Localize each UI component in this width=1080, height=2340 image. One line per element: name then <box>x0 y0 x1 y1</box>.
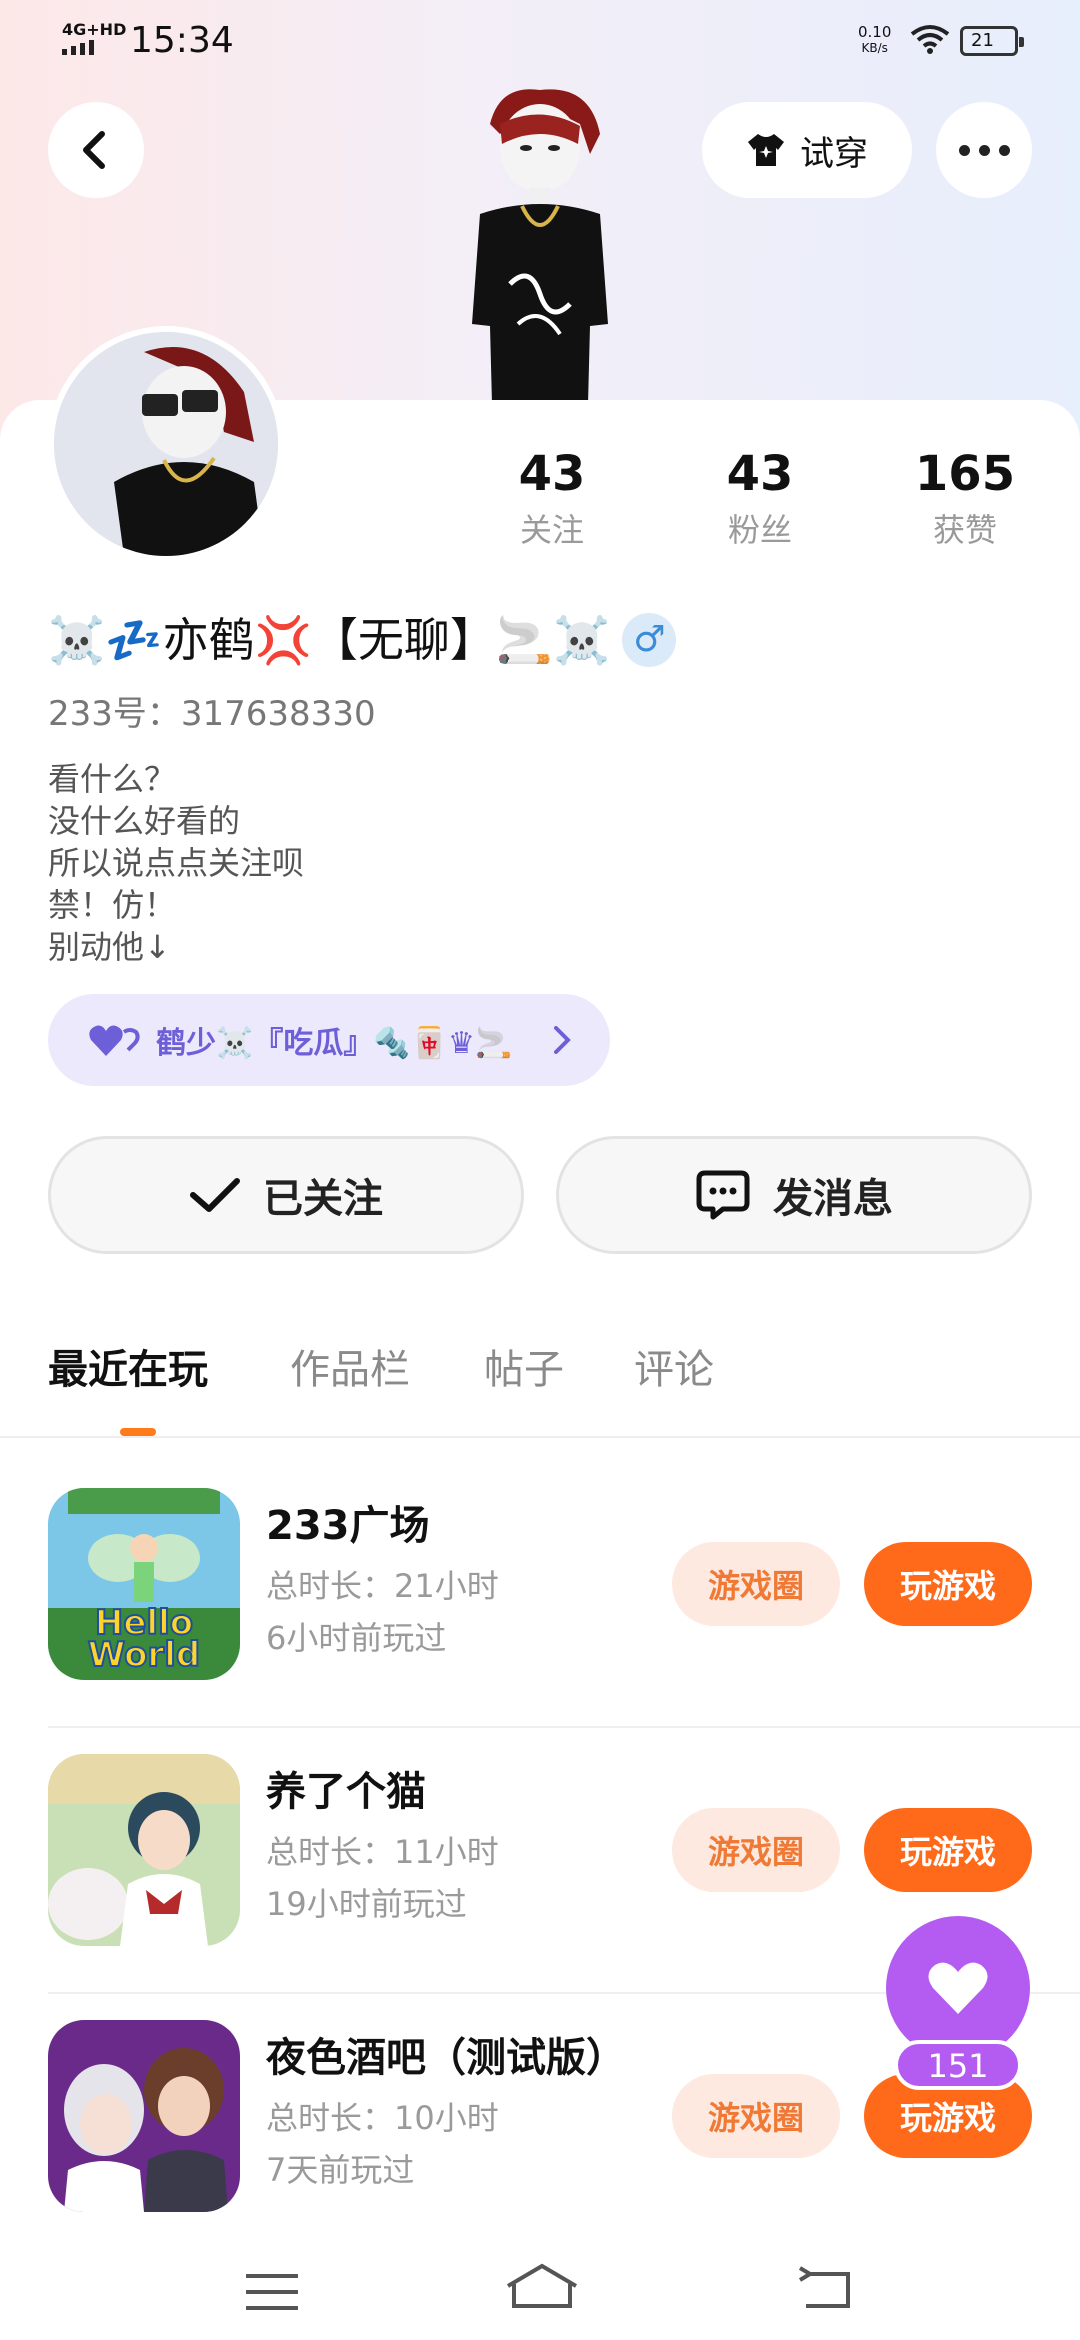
like-count-badge: 151 <box>894 2040 1022 2090</box>
checkmark-icon <box>190 1178 240 1212</box>
bio-line: 没什么好看的 <box>48 802 241 840</box>
list-item[interactable]: Hello World 233广场 总时长：21小时 6小时前玩过 游戏圈 玩游… <box>0 1464 1080 1728</box>
bio-line: 看什么？ <box>48 760 177 798</box>
game-meta: 总时长：11小时 19小时前玩过 <box>266 1826 499 1930</box>
menu-icon[interactable] <box>244 2272 300 2312</box>
user-id[interactable]: 233号：317638330 <box>48 692 376 736</box>
game-meta: 总时长：10小时 7天前玩过 <box>266 2092 499 2196</box>
status-bar: 4G+HD 15:34 0.10 KB/s 21 <box>0 0 1080 80</box>
battery-indicator: 21 <box>960 26 1024 56</box>
following-count: 43 <box>518 446 586 502</box>
back-nav-icon[interactable] <box>796 2266 852 2310</box>
send-message-button[interactable]: 发消息 <box>556 1136 1032 1254</box>
followers-label: 粉丝 <box>727 511 792 549</box>
game-title: 233广场 <box>266 1503 430 1549</box>
last-played: 19小时前玩过 <box>266 1885 467 1923</box>
bio-line: 别动他↓ <box>48 928 171 966</box>
network-speed: 0.10 KB/s <box>858 24 891 56</box>
last-played: 7天前玩过 <box>266 2151 415 2189</box>
back-arrow-icon <box>83 131 105 169</box>
clock: 15:34 <box>130 20 234 61</box>
friend-tag-pill[interactable]: 鹤少☠️『吃瓜』🔩🀄♛🚬 <box>48 994 610 1086</box>
try-on-button[interactable]: 试穿 <box>702 102 912 198</box>
network-type: 4G+HD <box>62 20 127 39</box>
stat-likes[interactable]: 165 获赞 <box>895 444 1035 552</box>
likes-label: 获赞 <box>932 511 997 549</box>
back-button[interactable] <box>48 102 144 198</box>
home-icon[interactable] <box>504 2262 580 2310</box>
play-duration: 总时长：21小时 <box>266 1567 499 1605</box>
nickname: ☠️💤 亦鹤💢【无聊】🚬☠️ ♂ <box>48 612 677 668</box>
play-game-button[interactable]: 玩游戏 <box>864 1808 1032 1892</box>
bio-line: 所以说点点关注呗 <box>48 844 305 882</box>
followed-label: 已关注 <box>263 1176 383 1222</box>
friend-tag-text: 鹤少☠️『吃瓜』🔩🀄♛🚬 <box>156 1026 513 1061</box>
game-title: 养了个猫 <box>266 1769 426 1815</box>
game-circle-button[interactable]: 游戏圈 <box>672 2074 840 2158</box>
floating-like-button[interactable] <box>886 1916 1030 2060</box>
double-heart-icon <box>89 1025 140 1056</box>
game-circle-button[interactable]: 游戏圈 <box>672 1808 840 1892</box>
game-icon-text: World <box>88 1635 200 1675</box>
stat-followers[interactable]: 43 粉丝 <box>690 444 830 552</box>
last-played: 6小时前玩过 <box>266 1619 447 1657</box>
row-divider <box>48 1726 1080 1728</box>
play-duration: 总时长：11小时 <box>266 1833 499 1871</box>
following-label: 关注 <box>519 511 584 549</box>
game-meta: 总时长：21小时 6小时前玩过 <box>266 1560 499 1664</box>
system-navigation-bar <box>0 2232 1080 2340</box>
avatar-character-figure <box>440 84 640 404</box>
followed-button[interactable]: 已关注 <box>48 1136 524 1254</box>
speed-unit: KB/s <box>861 41 888 55</box>
speed-value: 0.10 <box>858 23 892 41</box>
nickname-main: 亦鹤💢【无聊】🚬☠️ <box>162 613 611 667</box>
game-icon[interactable]: Hello World <box>48 1488 240 1680</box>
chat-bubble-icon <box>696 1170 750 1220</box>
game-circle-button[interactable]: 游戏圈 <box>672 1542 840 1626</box>
stat-following[interactable]: 43 关注 <box>482 444 622 552</box>
send-message-label: 发消息 <box>773 1176 893 1222</box>
play-duration: 总时长：10小时 <box>266 2099 499 2137</box>
likes-count: 165 <box>914 446 1016 502</box>
game-icon[interactable] <box>48 2020 240 2212</box>
wifi-icon <box>910 25 950 54</box>
nickname-prefix: ☠️💤 <box>48 613 163 667</box>
active-tab-indicator <box>120 1428 156 1436</box>
followers-count: 43 <box>726 446 794 502</box>
tab-works[interactable]: 作品栏 <box>290 1340 410 1400</box>
signal-icon <box>62 40 94 55</box>
avatar[interactable] <box>48 326 284 562</box>
more-options-button[interactable] <box>936 102 1032 198</box>
profile-tabs: 最近在玩 作品栏 帖子 评论 <box>0 1340 1080 1438</box>
chevron-right-icon <box>554 1026 571 1054</box>
more-dots-icon <box>958 144 1010 156</box>
heart-icon <box>928 1962 988 2014</box>
tab-recently-played[interactable]: 最近在玩 <box>48 1340 208 1400</box>
bio-line: 禁！仿！ <box>48 886 177 924</box>
try-on-label: 试穿 <box>800 133 868 174</box>
tshirt-icon <box>748 134 784 166</box>
tab-comments[interactable]: 评论 <box>634 1340 714 1400</box>
bio: 看什么？ 没什么好看的 所以说点点关注呗 禁！仿！ 别动他↓ <box>48 758 304 968</box>
tab-posts[interactable]: 帖子 <box>484 1340 564 1400</box>
male-gender-icon: ♂ <box>622 613 677 667</box>
game-icon[interactable] <box>48 1754 240 1946</box>
game-title: 夜色酒吧（测试版） <box>266 2035 626 2081</box>
play-game-button[interactable]: 玩游戏 <box>864 1542 1032 1626</box>
